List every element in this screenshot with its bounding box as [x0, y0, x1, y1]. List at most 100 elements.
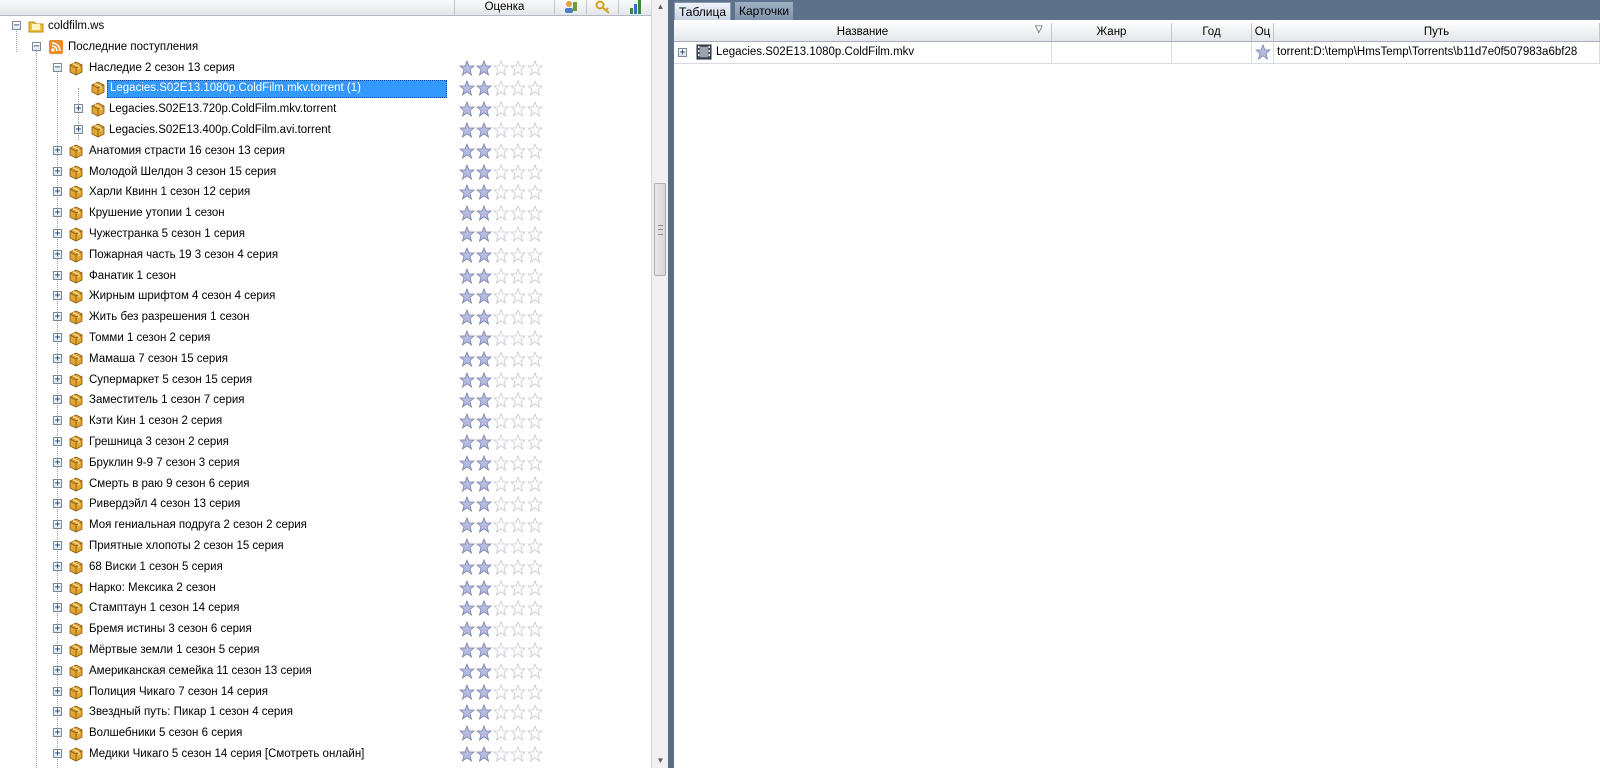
star-icon[interactable] — [459, 621, 475, 638]
star-icon[interactable] — [510, 558, 526, 575]
star-icon[interactable] — [476, 330, 492, 346]
star-icon[interactable] — [493, 226, 509, 242]
star-icon[interactable] — [510, 538, 526, 554]
star-icon[interactable] — [493, 205, 509, 222]
star-icon[interactable] — [493, 101, 509, 118]
star-icon[interactable] — [476, 267, 492, 284]
star-icon[interactable] — [510, 184, 526, 201]
tree-node-series[interactable]: + Пожарная часть 19 3 сезон 4 серия — [0, 245, 651, 266]
star-icon[interactable] — [459, 184, 475, 201]
star-icon[interactable] — [459, 122, 475, 138]
star-icon[interactable] — [527, 371, 543, 388]
tree-node-series[interactable]: + Мёртвые земли 1 сезон 5 серия — [0, 640, 651, 661]
star-icon[interactable] — [510, 642, 526, 658]
star-icon[interactable] — [510, 454, 526, 471]
star-icon[interactable] — [493, 246, 509, 263]
expand-toggle[interactable]: + — [53, 478, 62, 488]
star-icon[interactable] — [493, 538, 509, 554]
tree-node-series[interactable]: + Харли Квинн 1 сезон 12 серия — [0, 182, 651, 203]
star-icon[interactable] — [527, 288, 543, 305]
expand-toggle[interactable]: + — [53, 333, 62, 343]
star-icon[interactable] — [527, 184, 543, 201]
rating-stars[interactable] — [459, 475, 549, 492]
star-icon[interactable] — [459, 600, 475, 617]
rating-stars[interactable] — [459, 246, 549, 263]
expand-toggle[interactable]: + — [53, 520, 62, 530]
tree-node-series[interactable]: + Стамптаун 1 сезон 14 серия — [0, 598, 651, 619]
star-icon[interactable] — [510, 59, 526, 76]
star-icon[interactable] — [493, 122, 509, 138]
table-row[interactable]: + Legacies.S02E13.1080p.ColdFilm.mkv tor… — [674, 42, 1600, 64]
star-icon[interactable] — [510, 205, 526, 222]
star-icon[interactable] — [476, 184, 492, 201]
star-icon[interactable] — [493, 163, 509, 180]
expand-toggle[interactable]: + — [53, 291, 62, 301]
expand-toggle[interactable]: + — [53, 707, 62, 717]
star-icon[interactable] — [510, 267, 526, 284]
star-icon[interactable] — [510, 704, 526, 721]
star-icon[interactable] — [476, 725, 492, 742]
star-icon[interactable] — [527, 80, 543, 97]
star-icon[interactable] — [459, 267, 475, 284]
star-icon[interactable] — [527, 226, 543, 242]
star-icon[interactable] — [510, 517, 526, 534]
rating-stars[interactable] — [459, 496, 549, 513]
tree-node-root[interactable]: − coldfilm.ws — [0, 16, 651, 37]
rating-stars[interactable] — [459, 725, 549, 742]
rating-stars[interactable] — [459, 59, 549, 76]
star-icon[interactable] — [493, 579, 509, 596]
star-icon[interactable] — [510, 683, 526, 700]
tree-node-series[interactable]: + Грешница 3 сезон 2 серия — [0, 432, 651, 453]
rating-stars[interactable] — [459, 392, 549, 409]
rating-stars[interactable] — [459, 683, 549, 700]
star-icon[interactable] — [510, 80, 526, 97]
star-icon[interactable] — [476, 600, 492, 617]
tree-node-series[interactable]: + Супермаркет 5 сезон 15 серия — [0, 370, 651, 391]
expand-toggle[interactable]: + — [74, 104, 83, 114]
star-icon[interactable] — [459, 746, 475, 762]
star-icon[interactable] — [510, 392, 526, 409]
tab-table[interactable]: Таблица — [674, 2, 732, 20]
sort-filter-icon[interactable]: ▽ — [1035, 24, 1043, 35]
expand-toggle[interactable]: + — [53, 603, 62, 613]
expand-toggle[interactable]: + — [53, 166, 62, 176]
star-icon[interactable] — [459, 642, 475, 658]
tree-node-torrent[interactable]: + Legacies.S02E13.400p.ColdFilm.avi.torr… — [0, 120, 651, 141]
expand-toggle[interactable]: + — [53, 229, 62, 239]
column-header-name[interactable]: Название — [674, 23, 1052, 41]
tree-node-series[interactable]: + Полиция Чикаго 7 сезон 14 серия — [0, 682, 651, 703]
tree-node-series[interactable]: + Чужестранка 5 сезон 1 серия — [0, 224, 651, 245]
tree-node-series[interactable]: + Томми 1 сезон 2 серия — [0, 328, 651, 349]
expand-toggle[interactable]: + — [53, 437, 62, 447]
rating-stars[interactable] — [459, 101, 549, 118]
star-icon[interactable] — [476, 59, 492, 76]
star-icon[interactable] — [510, 413, 526, 430]
column-header-year[interactable]: Год — [1172, 23, 1252, 41]
star-icon[interactable] — [527, 621, 543, 638]
star-icon[interactable] — [510, 101, 526, 118]
rating-stars[interactable] — [459, 371, 549, 388]
star-icon[interactable] — [527, 122, 543, 138]
rating-stars[interactable] — [459, 309, 549, 326]
star-icon[interactable] — [527, 746, 543, 762]
star-icon[interactable] — [510, 288, 526, 305]
star-icon[interactable] — [493, 704, 509, 721]
collapse-toggle[interactable]: − — [53, 62, 62, 72]
expand-toggle[interactable]: + — [53, 624, 62, 634]
rating-stars[interactable] — [459, 517, 549, 534]
star-icon[interactable] — [459, 163, 475, 180]
star-icon[interactable] — [459, 392, 475, 409]
expand-toggle[interactable]: + — [678, 48, 687, 58]
star-icon[interactable] — [476, 434, 492, 450]
expand-toggle[interactable]: + — [53, 541, 62, 551]
star-icon[interactable] — [459, 725, 475, 742]
star-icon[interactable] — [459, 226, 475, 242]
tree-node-series[interactable]: + Фанатик 1 сезон — [0, 266, 651, 287]
star-icon[interactable] — [510, 371, 526, 388]
expand-toggle[interactable]: + — [53, 187, 62, 197]
tree-node-series[interactable]: + Нарко: Мексика 2 сезон — [0, 578, 651, 599]
star-icon[interactable] — [493, 288, 509, 305]
star-icon[interactable] — [459, 496, 475, 513]
rating-stars[interactable] — [459, 330, 549, 346]
tree-node-series[interactable]: + Медики Чикаго 5 сезон 14 серия [Смотрет… — [0, 744, 651, 765]
